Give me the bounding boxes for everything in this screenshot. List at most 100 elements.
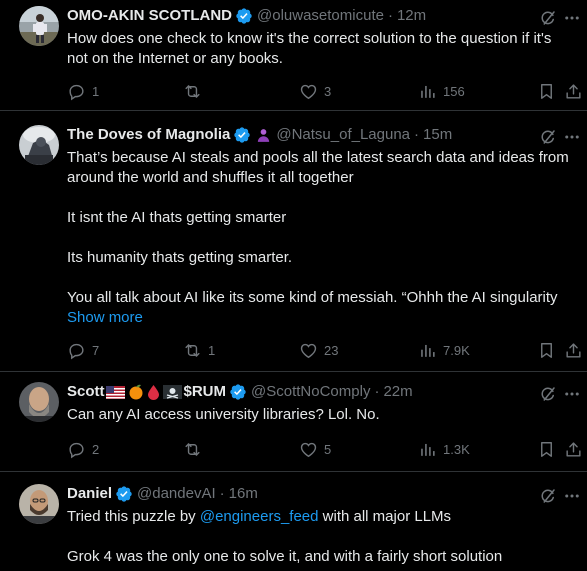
reply-button[interactable]: 2 [67, 438, 99, 460]
grok-icon[interactable] [539, 9, 557, 27]
post-actions: 1 3 156 [59, 80, 587, 102]
post-text-line: Can any AI access university libraries? … [67, 406, 380, 423]
mention-link[interactable]: @engineers_feed [200, 508, 319, 525]
post-text-line: It isnt the AI thats getting smarter [67, 209, 287, 226]
reply-icon [69, 84, 84, 100]
post-text-line: not on the Internet or any books. [67, 50, 283, 67]
grok-icon[interactable] [539, 128, 557, 146]
analytics-icon [421, 344, 435, 357]
us-flag-icon [105, 385, 125, 399]
user-handle[interactable]: @Natsu_of_Laguna [276, 125, 410, 145]
more-options-icon[interactable] [563, 487, 581, 505]
post-timestamp[interactable]: 12m [397, 6, 426, 26]
reply-icon [69, 343, 84, 359]
heart-icon [300, 442, 317, 457]
analytics-icon [421, 85, 435, 98]
share-icon [566, 441, 581, 457]
repost-count: 1 [208, 342, 216, 358]
bookmark-button[interactable] [537, 438, 556, 460]
views-button[interactable]: 156 [418, 80, 465, 102]
like-count: 23 [324, 342, 339, 358]
pirate-flag-icon [162, 385, 182, 399]
post-actions: 7 1 23 7.9K [59, 339, 587, 361]
post-text-line: Its humanity thats getting smarter. [67, 249, 293, 266]
view-count: 156 [443, 83, 465, 99]
post[interactable]: Daniel @dandevAI · 16m Tried this puzzle… [0, 472, 587, 571]
show-more-link[interactable]: Show more [67, 308, 579, 328]
post[interactable]: Scott $RUM @ScottNoComply · 22m Can any … [0, 372, 587, 472]
heart-icon [300, 84, 317, 99]
post-text: Tried this puzzle by @engineers_feed wit… [67, 507, 579, 567]
post-timestamp[interactable]: 15m [423, 125, 452, 145]
share-icon [566, 342, 581, 358]
reply-count: 1 [92, 83, 100, 99]
bookmark-button[interactable] [537, 80, 556, 102]
repost-button[interactable]: 1 [183, 339, 215, 361]
avatar[interactable] [19, 125, 59, 165]
like-count: 5 [324, 441, 332, 457]
timeline-feed: OMO-AKIN SCOTLAND @oluwasetomicute · 12m… [0, 0, 587, 571]
analytics-icon [421, 443, 435, 456]
avatar[interactable] [19, 484, 59, 524]
repost-icon [185, 442, 200, 456]
verified-badge-icon [116, 486, 132, 502]
post-text-line: Grok 4 was the only one to solve it, and… [67, 548, 503, 565]
more-options-icon[interactable] [563, 385, 581, 403]
post-text-line: around the world and shuffles it all tog… [67, 169, 354, 186]
like-button[interactable]: 3 [299, 80, 331, 102]
share-button[interactable] [564, 80, 583, 102]
views-button[interactable]: 1.3K [418, 438, 470, 460]
user-handle[interactable]: @dandevAI [137, 484, 216, 504]
separator-dot: · [387, 7, 393, 24]
share-button[interactable] [564, 438, 583, 460]
grok-icon[interactable] [539, 385, 557, 403]
blood-drop-icon [147, 385, 159, 400]
user-handle[interactable]: @ScottNoComply [251, 382, 370, 402]
post-text: Can any AI access university libraries? … [67, 405, 579, 425]
post-text-line: That’s because AI steals and pools all t… [67, 149, 569, 166]
share-button[interactable] [564, 339, 583, 361]
view-count: 1.3K [443, 441, 470, 457]
post-actions: 2 5 1.3K [59, 438, 587, 460]
separator-dot: · [374, 383, 380, 400]
post[interactable]: OMO-AKIN SCOTLAND @oluwasetomicute · 12m… [0, 0, 587, 111]
repost-button[interactable] [183, 438, 208, 460]
avatar[interactable] [19, 6, 59, 46]
share-icon [566, 83, 581, 99]
post-text: That’s because AI steals and pools all t… [67, 148, 579, 328]
display-name[interactable]: The Doves of Magnolia [67, 125, 230, 145]
view-count: 7.9K [443, 342, 470, 358]
like-button[interactable]: 5 [299, 438, 331, 460]
bookmark-icon [541, 83, 552, 99]
more-options-icon[interactable] [563, 128, 581, 146]
display-name[interactable]: Daniel [67, 484, 112, 504]
bookmark-button[interactable] [537, 339, 556, 361]
post[interactable]: The Doves of Magnolia @Natsu_of_Laguna ·… [0, 111, 587, 372]
display-name[interactable]: OMO-AKIN SCOTLAND [67, 6, 232, 26]
like-button[interactable]: 23 [299, 339, 338, 361]
separator-dot: · [219, 485, 225, 502]
post-text-line: Tried this puzzle by @engineers_feed wit… [67, 507, 579, 527]
verified-badge-icon [236, 8, 252, 24]
reply-button[interactable]: 1 [67, 80, 99, 102]
reply-count: 2 [92, 441, 100, 457]
post-timestamp[interactable]: 22m [383, 382, 412, 402]
post-text-line: You all talk about AI like its some kind… [67, 289, 558, 306]
reply-button[interactable]: 7 [67, 339, 99, 361]
views-button[interactable]: 7.9K [418, 339, 470, 361]
repost-button[interactable] [183, 80, 208, 102]
reply-count: 7 [92, 342, 100, 358]
grok-icon[interactable] [539, 487, 557, 505]
display-name[interactable]: Scott [67, 382, 105, 402]
post-text: How does one check to know it's the corr… [67, 29, 579, 69]
name-emojis: $RUM [105, 382, 226, 402]
more-options-icon[interactable] [563, 9, 581, 27]
like-count: 3 [324, 83, 332, 99]
user-handle[interactable]: @oluwasetomicute [257, 6, 384, 26]
avatar[interactable] [19, 382, 59, 422]
repost-icon [185, 84, 200, 98]
separator-dot: · [414, 126, 420, 143]
post-timestamp[interactable]: 16m [229, 484, 258, 504]
bookmark-icon [541, 441, 552, 457]
heart-icon [300, 343, 317, 358]
